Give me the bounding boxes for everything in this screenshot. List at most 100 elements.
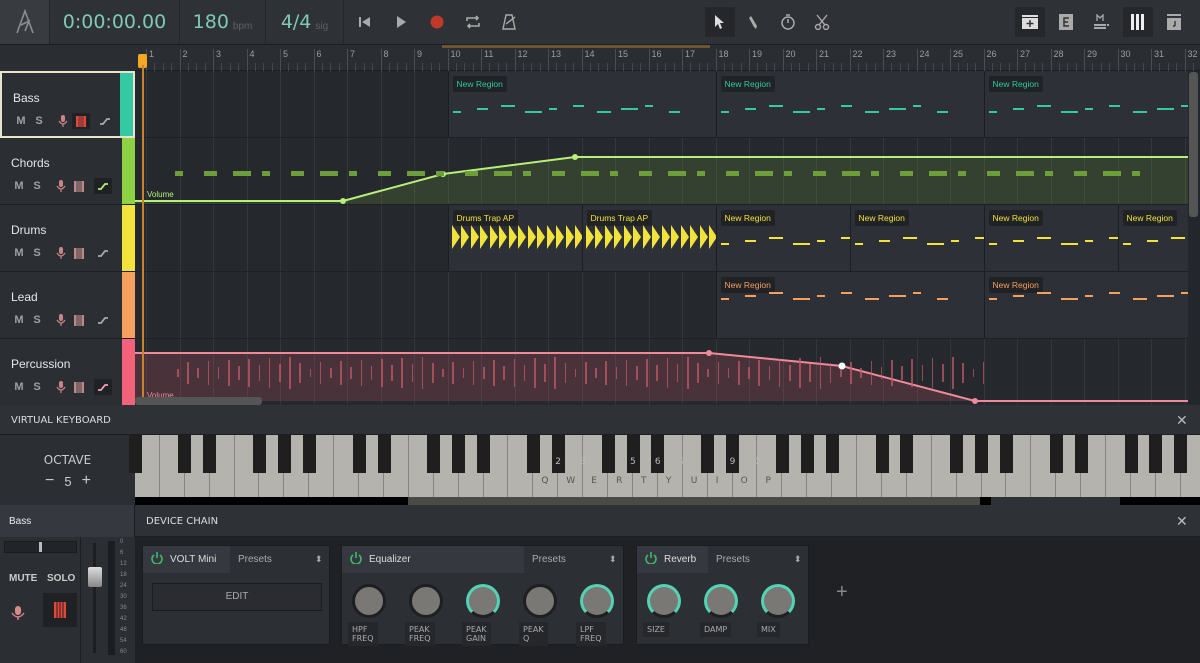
octave-up-button[interactable]: + [82, 472, 91, 490]
close-keyboard-icon[interactable]: ✕ [1176, 412, 1188, 429]
pan-handle[interactable] [39, 542, 42, 552]
track-header-percussion[interactable]: Percussion M S [0, 339, 135, 406]
record-arm-icon[interactable] [10, 605, 26, 626]
sampler-view-button[interactable] [1159, 7, 1189, 37]
track-header-bass[interactable]: Bass M S [0, 71, 135, 138]
automation-icon[interactable] [94, 312, 112, 328]
black-key[interactable] [452, 435, 466, 473]
black-key[interactable] [178, 435, 192, 473]
piano-icon[interactable] [70, 245, 88, 261]
solo-toggle[interactable]: S [28, 379, 46, 395]
record-arm-icon[interactable] [52, 379, 70, 395]
region[interactable]: New Region [715, 71, 984, 137]
track-header-chords[interactable]: Chords M S [0, 138, 135, 205]
black-key[interactable] [377, 435, 391, 473]
black-key[interactable] [900, 435, 914, 473]
solo-toggle[interactable]: S [28, 312, 46, 328]
automation-icon[interactable] [96, 113, 114, 129]
knob-damp[interactable] [704, 584, 738, 618]
rewind-button[interactable] [350, 7, 380, 37]
mute-button[interactable]: MUTE [9, 573, 37, 584]
close-device-chain-icon[interactable]: ✕ [1176, 513, 1188, 530]
play-button[interactable] [386, 7, 416, 37]
region[interactable]: New Region [1117, 205, 1188, 271]
power-icon[interactable] [637, 552, 664, 567]
scissors-tool[interactable] [807, 7, 837, 37]
piano-icon[interactable] [70, 178, 88, 194]
region[interactable]: New Region [715, 272, 984, 338]
knob-peak-freq[interactable] [409, 584, 443, 618]
black-key[interactable] [128, 435, 142, 473]
mute-toggle[interactable]: M [10, 178, 28, 194]
tempo-display[interactable]: 180 bpm [180, 0, 266, 44]
black-key[interactable] [1149, 435, 1163, 473]
piano-keyboard[interactable]: Q W E R T Y U I O P 2 3 5 6 7 9 0 [128, 435, 1200, 497]
piano-icon[interactable] [70, 312, 88, 328]
record-arm-icon[interactable] [52, 312, 70, 328]
solo-button[interactable]: SOLO [47, 573, 75, 584]
region[interactable]: New Region [849, 205, 1082, 271]
signature-value[interactable]: 4/4 [281, 11, 312, 33]
black-key[interactable] [1000, 435, 1013, 473]
automation-icon[interactable] [94, 178, 112, 194]
timeline-h-scrollbar[interactable] [135, 397, 262, 405]
add-device-button[interactable]: + [836, 581, 848, 604]
pencil-tool[interactable] [739, 7, 769, 37]
track-lane-bass[interactable]: New Region New Region New Region [135, 71, 1188, 138]
mute-toggle[interactable]: M [10, 312, 28, 328]
knob-peak-gain[interactable] [466, 584, 500, 618]
piano-icon[interactable] [72, 113, 90, 129]
mixer-view-button[interactable] [1087, 7, 1117, 37]
mute-toggle[interactable]: M [10, 379, 28, 395]
solo-toggle[interactable]: S [28, 178, 46, 194]
region[interactable]: Drums Trap AP [447, 205, 583, 271]
black-key[interactable] [477, 435, 491, 473]
black-key[interactable] [1049, 435, 1063, 473]
black-key[interactable] [1124, 435, 1138, 473]
editor-view-button[interactable] [1051, 7, 1081, 37]
record-arm-icon[interactable] [54, 113, 72, 129]
knob-mix[interactable] [761, 584, 795, 618]
tempo-value[interactable]: 180 [193, 11, 229, 33]
record-arm-icon[interactable] [52, 178, 70, 194]
black-key[interactable] [726, 435, 740, 473]
track-lane-drums[interactable]: Drums Trap AP Drums Trap AP New Region New … [135, 205, 1188, 272]
loop-button[interactable] [458, 7, 488, 37]
record-arm-icon[interactable] [52, 245, 70, 261]
timeline-v-scrollbar[interactable] [1189, 72, 1198, 217]
add-track-button[interactable] [1015, 7, 1045, 37]
select-arrows-icon[interactable]: ⬍ [794, 554, 802, 565]
black-key[interactable] [601, 435, 615, 473]
black-key[interactable] [352, 435, 366, 473]
knob-hpf-freq[interactable] [352, 584, 386, 618]
loop-region-marker[interactable] [442, 45, 710, 48]
octave-down-button[interactable]: − [45, 472, 54, 490]
black-key[interactable] [626, 435, 640, 473]
timeline-ruler[interactable]: 1 2 3 4 5 6 7 8 9 10 11 12 13 14 15 16 17 18 19 20 21 22 23 24 2… [135, 45, 1200, 71]
black-key[interactable] [651, 435, 665, 473]
metronome-button[interactable] [494, 7, 524, 37]
region[interactable]: New Region [983, 71, 1188, 137]
track-lane-percussion[interactable]: Volume [135, 339, 1188, 406]
track-header-lead[interactable]: Lead M S [0, 272, 135, 339]
volume-fader-track[interactable] [93, 543, 96, 653]
region[interactable]: New Region [983, 205, 1188, 271]
midi-input-button[interactable] [43, 593, 77, 627]
black-key[interactable] [253, 435, 266, 473]
keyboard-scroll-track[interactable] [135, 497, 1200, 505]
signature-display[interactable]: 4/4 sig [266, 0, 344, 44]
mute-toggle[interactable]: M [12, 113, 30, 129]
mute-toggle[interactable]: M [10, 245, 28, 261]
solo-toggle[interactable]: S [28, 245, 46, 261]
pan-slider[interactable] [4, 541, 77, 553]
black-key[interactable] [825, 435, 839, 473]
solo-toggle[interactable]: S [30, 113, 48, 129]
edit-button[interactable]: EDIT [152, 583, 322, 611]
black-key[interactable] [526, 435, 540, 473]
stopwatch-tool[interactable] [773, 7, 803, 37]
black-key[interactable] [1074, 435, 1088, 473]
select-arrows-icon[interactable]: ⬍ [315, 554, 323, 565]
automation-icon[interactable] [94, 379, 112, 395]
black-key[interactable] [775, 435, 789, 473]
piano-icon[interactable] [70, 379, 88, 395]
